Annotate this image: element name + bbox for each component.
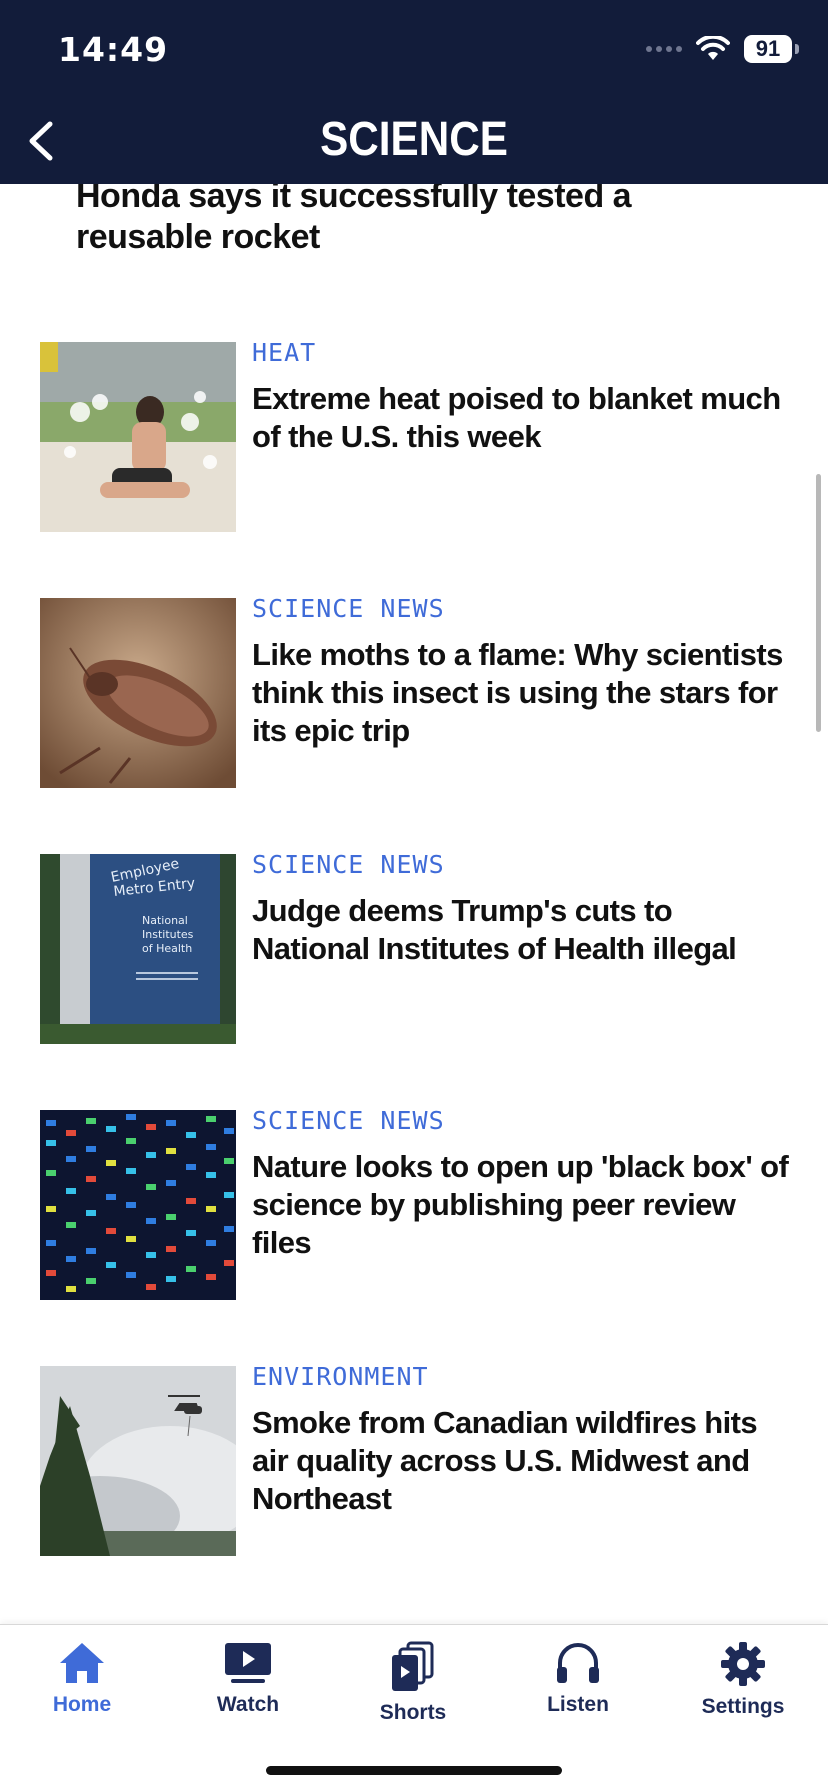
tab-home[interactable]: Home <box>17 1641 147 1751</box>
home-indicator[interactable] <box>266 1766 562 1775</box>
article-thumbnail-moth <box>40 598 236 788</box>
article-thumbnail-heat <box>40 342 236 532</box>
article-kicker[interactable]: HEAT <box>252 338 316 367</box>
article-card[interactable]: Employee Metro Entry National Institutes… <box>40 850 800 1044</box>
tab-label: Home <box>52 1693 112 1716</box>
article-card[interactable]: SCIENCE NEWS Nature looks to open up 'bl… <box>40 1106 800 1300</box>
tab-shorts[interactable]: Shorts <box>348 1641 478 1751</box>
battery-cap <box>795 44 799 54</box>
tab-listen[interactable]: Listen <box>513 1641 643 1751</box>
article-kicker[interactable]: SCIENCE NEWS <box>252 1106 445 1135</box>
battery-level: 91 <box>755 36 781 61</box>
article-headline[interactable]: Judge deems Trump's cuts to National Ins… <box>252 892 792 968</box>
article-card[interactable]: HEAT Extreme heat poised to blanket much… <box>40 338 800 532</box>
article-headline[interactable]: Nature looks to open up 'black box' of s… <box>252 1148 792 1262</box>
shorts-stack-icon <box>392 1641 434 1691</box>
home-icon <box>60 1643 104 1683</box>
tab-label: Watch <box>216 1693 280 1716</box>
article-headline[interactable]: Like moths to a flame: Why scientists th… <box>252 636 792 750</box>
tab-label: Listen <box>547 1693 609 1716</box>
article-card[interactable]: ENVIRONMENT Smoke from Canadian wildfire… <box>40 1362 800 1556</box>
article-kicker[interactable]: SCIENCE NEWS <box>252 594 445 623</box>
sign-text: Institutes <box>142 928 194 941</box>
tab-watch[interactable]: Watch <box>183 1641 313 1751</box>
status-icons: 91 <box>646 32 799 66</box>
headphones-icon <box>557 1643 599 1683</box>
app-header: 14:49 91 SCIENCE <box>0 0 828 184</box>
article-kicker[interactable]: SCIENCE NEWS <box>252 850 445 879</box>
article-headline[interactable]: Smoke from Canadian wildfires hits air q… <box>252 1404 792 1518</box>
battery-indicator: 91 <box>744 35 799 63</box>
status-time: 14:49 <box>58 30 169 69</box>
sign-text: National <box>142 914 188 927</box>
cellular-signal-icon <box>646 46 682 52</box>
page-title: SCIENCE <box>320 113 508 166</box>
tab-settings[interactable]: Settings <box>678 1641 808 1751</box>
article-thumbnail-nih-sign: Employee Metro Entry National Institutes… <box>40 854 236 1044</box>
article-card[interactable]: SCIENCE NEWS Like moths to a flame: Why … <box>40 594 800 788</box>
tab-label: Settings <box>701 1695 785 1718</box>
wifi-icon <box>696 36 730 60</box>
sign-text: of Health <box>142 942 192 955</box>
tab-label: Shorts <box>379 1701 447 1724</box>
gear-icon <box>721 1642 765 1686</box>
article-thumbnail-wildfire <box>40 1366 236 1556</box>
play-screen-icon <box>225 1643 271 1683</box>
article-thumbnail-dna <box>40 1110 236 1300</box>
lead-article-headline[interactable]: Honda says it successfully tested a reus… <box>76 184 716 258</box>
article-headline[interactable]: Extreme heat poised to blanket much of t… <box>252 380 792 456</box>
article-list[interactable]: Honda says it successfully tested a reus… <box>0 184 828 1624</box>
scrollbar[interactable] <box>816 474 821 732</box>
article-kicker[interactable]: ENVIRONMENT <box>252 1362 429 1391</box>
